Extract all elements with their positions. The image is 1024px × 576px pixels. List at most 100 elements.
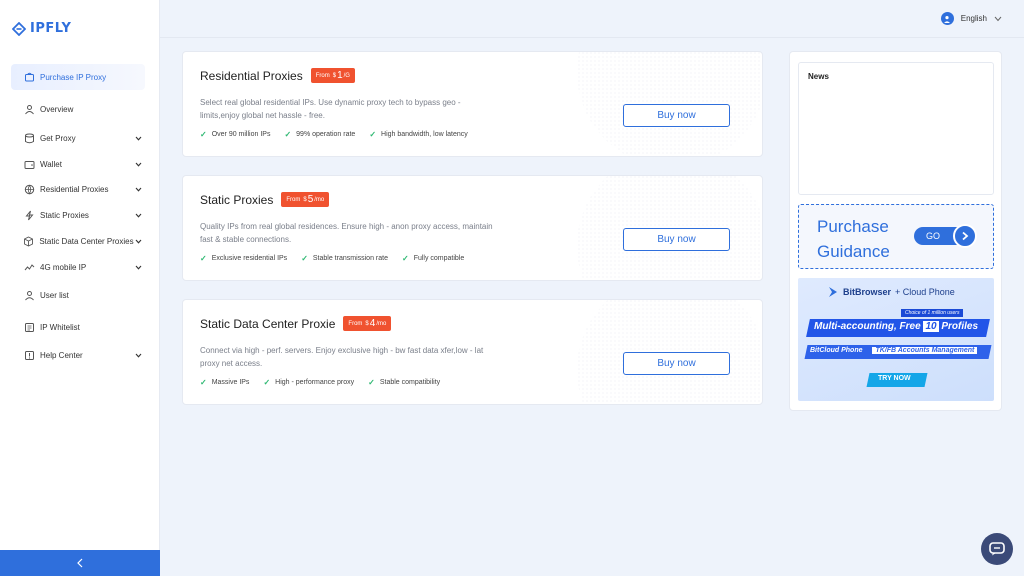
chevron-down-icon[interactable] (134, 236, 143, 246)
price-prefix: From (286, 196, 301, 203)
sidebar-item-label: Static Proxies (40, 210, 89, 220)
price-unit: /G (343, 72, 350, 79)
sidebar-item-wallet[interactable]: Wallet (11, 151, 145, 177)
feature-item: ✓ Stable compatibility (368, 378, 440, 387)
price-badge: From $5/mo (281, 192, 330, 207)
sidebar-item-4g-mobile-ip[interactable]: 4G mobile IP (11, 254, 145, 280)
feature-item: ✓ Massive IPs (200, 378, 249, 387)
feature-list: ✓ Over 90 million IPs ✓ 99% operation rate ✓… (200, 130, 468, 139)
banner-headline-b: Profiles (941, 321, 979, 332)
price-currency: $ (365, 320, 369, 327)
sidebar-item-residential-proxies[interactable]: Residential Proxies (11, 176, 145, 202)
check-icon: ✓ (284, 130, 292, 139)
chevron-down-icon[interactable] (133, 350, 143, 360)
help-icon (23, 349, 35, 361)
feature-list: ✓ Massive IPs ✓ High - performance proxy ✓ St… (200, 378, 440, 387)
guidance-line-2: Guidance (817, 242, 890, 261)
product-title: Residential Proxies (200, 68, 303, 83)
chevron-down-icon[interactable] (133, 184, 143, 194)
price-amount: 1 (337, 70, 343, 81)
lightning-icon (23, 209, 35, 221)
try-now-button[interactable]: TRY NOW (878, 375, 911, 382)
avatar[interactable] (940, 12, 954, 25)
feature-list: ✓ Exclusive residential IPs ✓ Stable transm… (200, 254, 464, 263)
banner-brand: BitBrowser (843, 287, 892, 297)
chat-support-button[interactable] (981, 533, 1013, 565)
product-description: Quality IPs from real global residences.… (200, 222, 493, 244)
product-title: Static Data Center Proxie (200, 316, 336, 331)
check-icon: ✓ (401, 254, 409, 263)
news-box: News (798, 62, 994, 195)
buy-now-button[interactable]: Buy now (623, 352, 730, 375)
buy-now-button[interactable]: Buy now (623, 228, 730, 251)
wallet-icon (23, 158, 35, 170)
chevron-down-icon[interactable] (133, 210, 143, 220)
check-icon: ✓ (200, 378, 207, 387)
logo[interactable]: IPFLY (12, 21, 71, 36)
user-icon (23, 103, 35, 115)
go-label: GO (926, 231, 941, 241)
right-panel: News Purchase Guidance GO BitBrowser + C… (789, 51, 1002, 411)
price-amount: 5 (307, 194, 314, 205)
price-unit: /mo (314, 196, 325, 203)
guidance-line-1: Purchase (817, 217, 889, 236)
feature-label: High bandwidth, low latency (381, 131, 468, 138)
banner-headline: Multi-accounting, Free 10 Profiles (814, 321, 978, 332)
chevron-down-icon[interactable] (133, 262, 143, 272)
banner-phone: BitCloud Phone TK/FB Accounts Management (810, 347, 978, 354)
sidebar-item-static-proxies[interactable]: Static Proxies (11, 202, 145, 228)
user-icon (944, 15, 951, 23)
product-description: Select real global residential IPs. Use … (200, 98, 461, 120)
buy-now-button[interactable]: Buy now (623, 104, 730, 127)
feature-label: High - performance proxy (275, 379, 355, 386)
banner-plus: + Cloud Phone (895, 287, 955, 297)
sidebar-item-help-center[interactable]: Help Center (11, 342, 145, 368)
feature-item: ✓ Stable transmission rate (301, 254, 388, 263)
bitbrowser-logo-icon (829, 287, 837, 297)
sidebar-item-ip-whitelist[interactable]: IP Whitelist (11, 314, 145, 340)
product-card: Static Proxies From $5/mo Quality IPs from … (182, 175, 763, 281)
banner-headline-num: 10 (923, 321, 939, 332)
feature-label: Massive IPs (211, 379, 250, 386)
product-card: Static Data Center Proxie From $4/mo Connec… (182, 299, 763, 405)
sidebar-item-static-data-center-proxies[interactable]: Static Data Center Proxies (11, 228, 145, 254)
sidebar-item-get-proxy[interactable]: Get Proxy (11, 125, 145, 151)
sidebar: IPFLY Purchase IP Proxy Overview Get Proxy… (0, 0, 160, 576)
banner-headline-a: Multi-accounting, Free (814, 321, 921, 332)
purchase-guidance-card[interactable]: Purchase Guidance GO (798, 204, 994, 269)
bitbrowser-banner[interactable]: BitBrowser + Cloud Phone Choice of 1 mil… (798, 278, 994, 401)
purchase-guidance-text: Purchase Guidance (817, 214, 890, 264)
feature-label: Stable transmission rate (312, 255, 388, 262)
logo-icon (12, 21, 26, 36)
price-prefix: From (315, 72, 330, 79)
sidebar-item-overview[interactable]: Overview (11, 96, 145, 122)
chat-icon (989, 542, 1005, 556)
sidebar-item-label: 4G mobile IP (40, 262, 87, 272)
chevron-down-icon[interactable] (133, 133, 143, 143)
globe-icon (23, 183, 35, 195)
brand-name: IPFLY (30, 21, 72, 36)
feature-label: Exclusive residential IPs (211, 255, 288, 262)
chevron-down-icon[interactable] (133, 159, 143, 169)
feature-item: ✓ High - performance proxy (263, 378, 354, 387)
feature-item: ✓ Exclusive residential IPs (200, 254, 287, 263)
feature-label: 99% operation rate (296, 131, 356, 138)
price-badge: From $1/G (310, 68, 355, 83)
price-unit: /mo (376, 320, 387, 327)
sidebar-item-purchase-ip-proxy[interactable]: Purchase IP Proxy (11, 64, 145, 90)
card-title-row: Static Data Center Proxie From $4/mo (200, 316, 392, 331)
chevron-right-icon (962, 231, 969, 241)
database-icon (23, 132, 35, 144)
arrow-right-icon[interactable] (953, 224, 977, 248)
check-icon: ✓ (369, 130, 377, 139)
sidebar-item-label: IP Whitelist (40, 322, 80, 332)
person-icon (23, 289, 35, 301)
sidebar-item-label: Overview (40, 104, 74, 114)
sidebar-item-label: Get Proxy (40, 133, 76, 143)
sidebar-item-user-list[interactable]: User list (11, 282, 145, 308)
collapse-sidebar-button[interactable] (0, 550, 160, 576)
sidebar-item-label: Residential Proxies (40, 184, 109, 194)
language-selector[interactable]: English (940, 12, 1002, 25)
price-amount: 4 (369, 318, 376, 329)
chevron-down-icon (994, 16, 1002, 21)
